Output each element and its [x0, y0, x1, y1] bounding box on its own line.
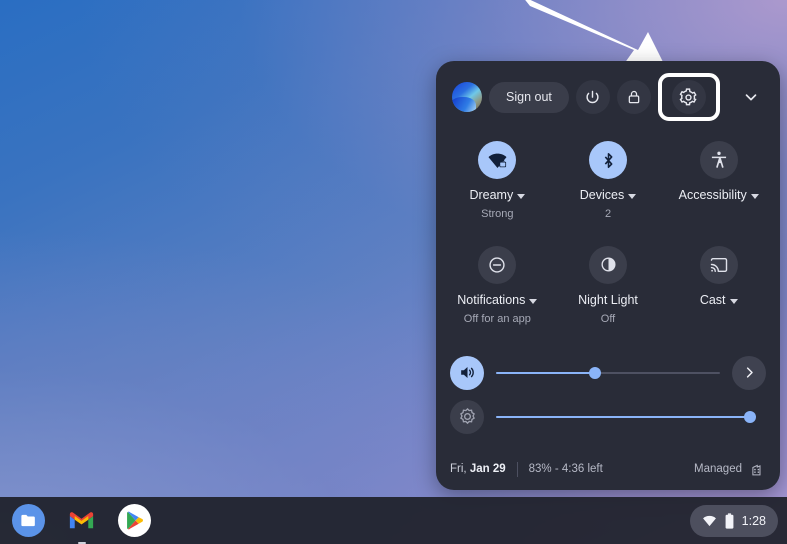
lock-icon [628, 90, 640, 104]
quick-settings-header: Sign out [436, 61, 780, 133]
cast-icon [710, 257, 727, 272]
chevron-down-icon[interactable] [628, 193, 637, 199]
date-display[interactable]: Fri, Jan 29 [450, 463, 506, 475]
do-not-disturb-icon [489, 257, 505, 273]
tile-night-light[interactable]: Night Light Off [553, 242, 664, 329]
chevron-down-icon[interactable] [529, 298, 538, 304]
tile-notifications[interactable]: Notifications Off for an app [442, 242, 553, 329]
volume-slider[interactable] [496, 363, 720, 383]
power-icon [586, 90, 599, 103]
play-store-icon [118, 504, 151, 537]
bluetooth-tile-icon-bg [589, 141, 627, 179]
cast-tile-label-row: Cast [699, 292, 738, 308]
brightness-slider-thumb[interactable] [744, 410, 756, 423]
brightness-slider-fill [496, 415, 750, 418]
system-tray[interactable]: 1:28 [689, 504, 778, 537]
battery-status[interactable]: 83% - 4:36 left [529, 463, 603, 475]
quick-settings-panel: Sign out Dreamy Strong Devices 2 Accessi… [436, 61, 780, 490]
volume-icon [460, 367, 474, 379]
tile-network[interactable]: Dreamy Strong [442, 137, 553, 224]
enterprise-icon[interactable] [751, 462, 766, 477]
bluetooth-tile-sub: 2 [604, 207, 612, 220]
battery-icon [725, 512, 734, 529]
managed-label[interactable]: Managed [694, 463, 742, 475]
gear-icon [679, 87, 698, 105]
accessibility-icon [711, 151, 726, 168]
tile-bluetooth[interactable]: Devices 2 [553, 137, 664, 224]
shelf-item-gmail[interactable] [65, 504, 98, 544]
avatar[interactable] [452, 82, 482, 112]
bluetooth-tile-label: Devices [579, 188, 625, 202]
accessibility-tile-icon-bg [699, 141, 738, 179]
feature-tiles-row-2: Notifications Off for an app Night Light… [436, 224, 780, 329]
network-tile-sub: Strong [481, 207, 514, 220]
tile-accessibility[interactable]: Accessibility [663, 137, 774, 224]
cast-tile-label: Cast [699, 292, 726, 307]
feature-tiles-row-1: Dreamy Strong Devices 2 Accessibility [436, 133, 780, 224]
shelf: 1:28 [0, 497, 787, 544]
night-light-tile-label: Night Light [578, 292, 638, 307]
chevron-right-icon [746, 367, 753, 378]
shelf-app-list [0, 504, 151, 544]
brightness-slider-row [436, 393, 780, 441]
volume-slider-thumb[interactable] [588, 366, 601, 379]
notifications-tile-label-row: Notifications [457, 292, 538, 308]
date-prefix: Fri, [450, 463, 470, 475]
bluetooth-icon [604, 152, 612, 168]
accessibility-tile-label-row: Accessibility [678, 188, 759, 203]
quick-settings-footer: Fri, Jan 29 83% - 4:36 left Managed [436, 448, 780, 490]
bluetooth-tile-label-row: Devices [579, 188, 637, 203]
shelf-item-files[interactable] [12, 504, 45, 537]
notifications-tile-icon-bg [478, 245, 517, 284]
night-light-tile-label-row: Night Light [578, 292, 638, 308]
volume-next-button[interactable] [732, 355, 766, 390]
date-value: Jan 29 [469, 463, 506, 475]
tile-cast[interactable]: Cast [663, 242, 774, 329]
wifi-icon [702, 515, 716, 527]
network-tile-icon-bg [478, 141, 517, 179]
night-light-tile-icon-bg [589, 245, 627, 284]
chevron-down-icon [745, 94, 757, 101]
cast-tile-icon-bg [699, 245, 738, 284]
sign-out-button[interactable]: Sign out [489, 81, 569, 113]
gmail-icon [69, 512, 94, 529]
night-light-tile-sub: Off [600, 312, 616, 325]
network-tile-label: Dreamy [469, 188, 514, 202]
folder-icon [21, 514, 35, 527]
chevron-down-icon[interactable] [750, 193, 759, 199]
volume-slider-fill [496, 371, 595, 374]
wifi-locked-icon [488, 153, 507, 168]
half-moon-icon [600, 257, 616, 272]
network-tile-label-row: Dreamy [469, 188, 526, 203]
chevron-down-icon[interactable] [729, 298, 738, 304]
accessibility-tile-label: Accessibility [678, 188, 747, 202]
shelf-item-play-store[interactable] [118, 504, 151, 537]
notifications-tile-sub: Off for an app [463, 312, 531, 325]
desktop-screen: Sign out Dreamy Strong Devices 2 Accessi… [0, 0, 787, 544]
footer-divider [516, 461, 518, 477]
settings-button[interactable] [671, 80, 706, 114]
notifications-tile-label: Notifications [457, 292, 526, 307]
power-button[interactable] [575, 80, 610, 114]
collapse-button[interactable] [734, 80, 768, 114]
volume-slider-row [436, 349, 780, 397]
brightness-icon [459, 408, 475, 425]
chevron-down-icon[interactable] [517, 193, 526, 199]
lock-button[interactable] [616, 80, 651, 114]
volume-button[interactable] [450, 355, 484, 390]
brightness-slider[interactable] [496, 407, 756, 427]
clock: 1:28 [741, 513, 766, 528]
settings-highlight-box [657, 73, 720, 121]
brightness-button[interactable] [450, 399, 484, 434]
